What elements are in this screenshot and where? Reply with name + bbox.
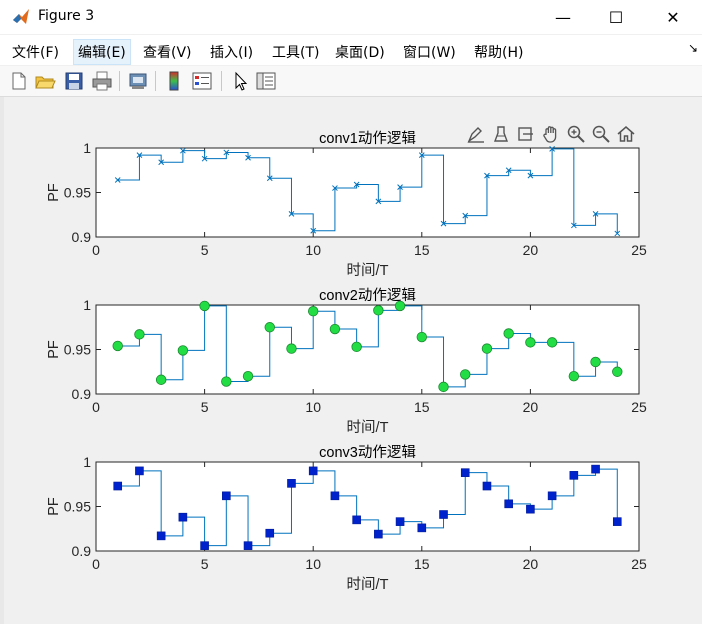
menu-desktop[interactable]: 桌面(D) [331,40,389,64]
home-icon[interactable] [616,124,636,144]
figure-canvas [4,97,702,624]
print-preview-icon[interactable] [127,70,149,92]
toolbar-separator [155,71,156,91]
colorbar-icon[interactable] [163,70,185,92]
print-icon[interactable] [91,70,113,92]
toolbar-separator [119,71,120,91]
close-button[interactable]: ✕ [650,0,696,34]
zoom-out-icon[interactable] [591,124,611,144]
minimize-button[interactable]: — [540,0,586,34]
property-inspector-icon[interactable] [255,70,277,92]
pointer-icon[interactable] [229,70,251,92]
toolbar-separator [221,71,222,91]
window-title: Figure 3 [38,8,95,24]
menu-edit[interactable]: 编辑(E) [73,39,131,65]
menu-help[interactable]: 帮助(H) [470,40,527,64]
zoom-in-icon[interactable] [566,124,586,144]
legend-icon[interactable] [191,70,213,92]
open-file-icon[interactable] [34,70,56,92]
menu-overflow-icon[interactable]: ↘ [688,41,698,55]
menu-tools[interactable]: 工具(T) [268,40,323,64]
pan-icon[interactable] [541,124,561,144]
menu-window[interactable]: 窗口(W) [399,40,460,64]
maximize-button[interactable]: ☐ [593,0,639,34]
save-icon[interactable] [63,70,85,92]
menu-bar: 文件(F) 编辑(E) 查看(V) 插入(I) 工具(T) 桌面(D) 窗口(W… [0,35,702,65]
new-figure-icon[interactable] [8,70,30,92]
matlab-icon [13,9,29,24]
rotate-icon[interactable] [516,124,536,144]
brush-icon[interactable] [466,124,486,144]
menu-view[interactable]: 查看(V) [139,40,196,64]
figure-toolbar [0,66,702,97]
window-titlebar: Figure 3 — ☐ ✕ [0,0,702,34]
data-cursor-icon[interactable] [491,124,511,144]
menu-insert[interactable]: 插入(I) [206,40,257,64]
menu-file[interactable]: 文件(F) [8,40,63,64]
